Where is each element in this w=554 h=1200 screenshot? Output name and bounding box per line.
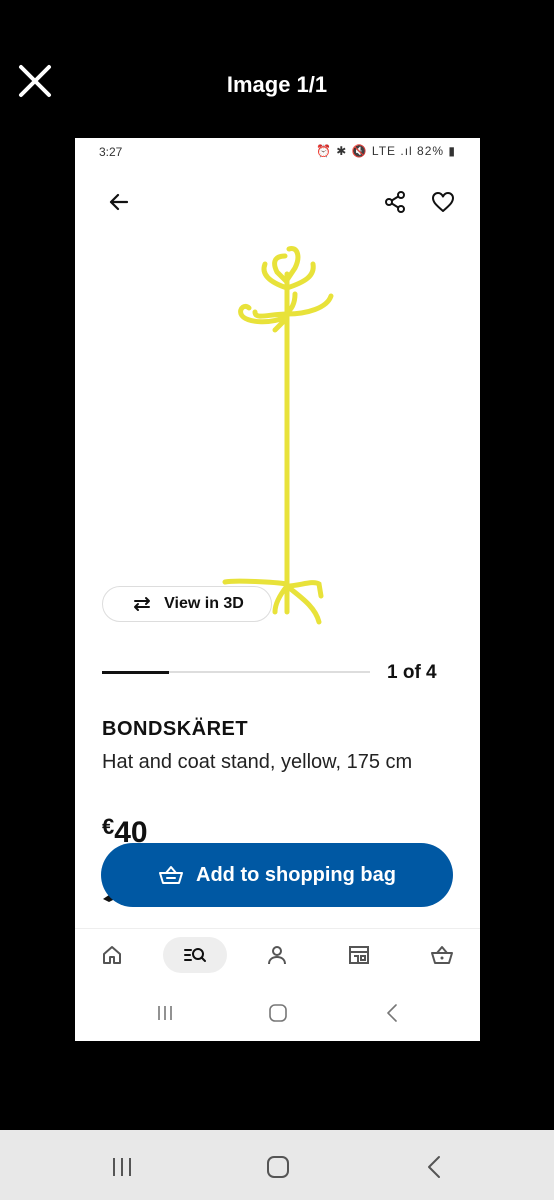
person-icon[interactable]	[260, 939, 294, 971]
basket-icon	[159, 866, 184, 884]
status-time: 3:27	[99, 145, 123, 159]
bottom-navigation	[75, 928, 480, 984]
viewer-title: Image 1/1	[226, 72, 328, 97]
search-icon[interactable]	[178, 939, 212, 971]
back-icon[interactable]	[414, 1152, 454, 1182]
heart-icon[interactable]	[429, 188, 457, 216]
back-icon[interactable]	[377, 1000, 407, 1026]
store-icon[interactable]	[342, 939, 376, 971]
phone-system-navigation	[75, 990, 480, 1034]
carousel-counter: 1 of 4	[387, 662, 437, 683]
home-button-icon[interactable]	[258, 1152, 298, 1182]
coat-stand-image[interactable]	[215, 234, 355, 634]
top-bar	[75, 182, 480, 218]
device-system-navigation	[0, 1130, 554, 1200]
home-icon[interactable]	[95, 939, 129, 971]
recent-apps-icon[interactable]	[102, 1152, 142, 1182]
status-icons: ⏰ ✱ 🔇 LTE .ıl 82% ▮	[315, 144, 456, 158]
view-in-3d-button[interactable]: View in 3D	[102, 586, 272, 622]
carousel-progress	[102, 670, 370, 674]
rotate-3d-icon	[134, 597, 151, 611]
recent-apps-icon[interactable]	[150, 1000, 180, 1026]
basket-icon[interactable]	[425, 939, 459, 971]
product-description: Hat and coat stand, yellow, 175 cm	[102, 751, 413, 773]
home-button-icon[interactable]	[263, 1000, 293, 1026]
price-currency: €	[102, 814, 115, 839]
share-icon[interactable]	[381, 188, 409, 216]
view-in-3d-label: View in 3D	[164, 595, 244, 612]
arrow-left-icon[interactable]	[105, 188, 133, 216]
status-bar: 3:27 ⏰ ✱ 🔇 LTE .ıl 82% ▮	[75, 138, 480, 166]
add-to-shopping-bag-button[interactable]: Add to shopping bag	[101, 843, 453, 907]
add-to-bag-label: Add to shopping bag	[196, 863, 396, 886]
phone-screenshot: 3:27 ⏰ ✱ 🔇 LTE .ıl 82% ▮ View in 3D 1 of…	[75, 138, 480, 1041]
product-name: BONDSKÄRET	[102, 718, 249, 740]
carousel-progress-fill	[102, 670, 169, 674]
